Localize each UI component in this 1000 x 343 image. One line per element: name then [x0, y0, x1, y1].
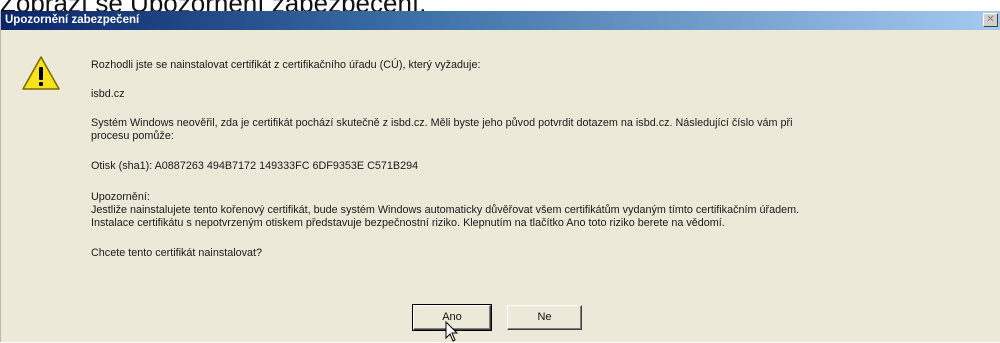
mouse-cursor-icon	[445, 321, 459, 342]
warning-heading: Upozornění:	[91, 191, 150, 203]
dialog-title: Upozornění zabezpečení	[5, 14, 140, 26]
warning-text-line-1: Jestliže nainstalujete tento kořenový ce…	[91, 204, 800, 216]
dialog-titlebar[interactable]: Upozornění zabezpečení ✕	[1, 11, 1000, 30]
security-warning-dialog: Upozornění zabezpečení ✕ Rozhodli jste s…	[0, 11, 1000, 342]
no-button[interactable]: Ne	[507, 305, 582, 330]
verify-text-line-1: Systém Windows neověřil, zda je certifik…	[91, 117, 793, 129]
close-icon[interactable]: ✕	[983, 13, 998, 27]
warning-text-line-2: Instalace certifikátu s nepotvrzeným oti…	[91, 217, 725, 229]
intro-text: Rozhodli jste se nainstalovat certifikát…	[91, 59, 481, 71]
thumbprint-text: Otisk (sha1): A0887263 494B7172 149333FC…	[91, 160, 419, 172]
warning-icon	[22, 56, 60, 90]
verify-text-line-2: procesu pomůže:	[91, 130, 174, 142]
domain-text: isbd.cz	[91, 88, 125, 100]
question-text: Chcete tento certifikát nainstalovat?	[91, 247, 263, 259]
